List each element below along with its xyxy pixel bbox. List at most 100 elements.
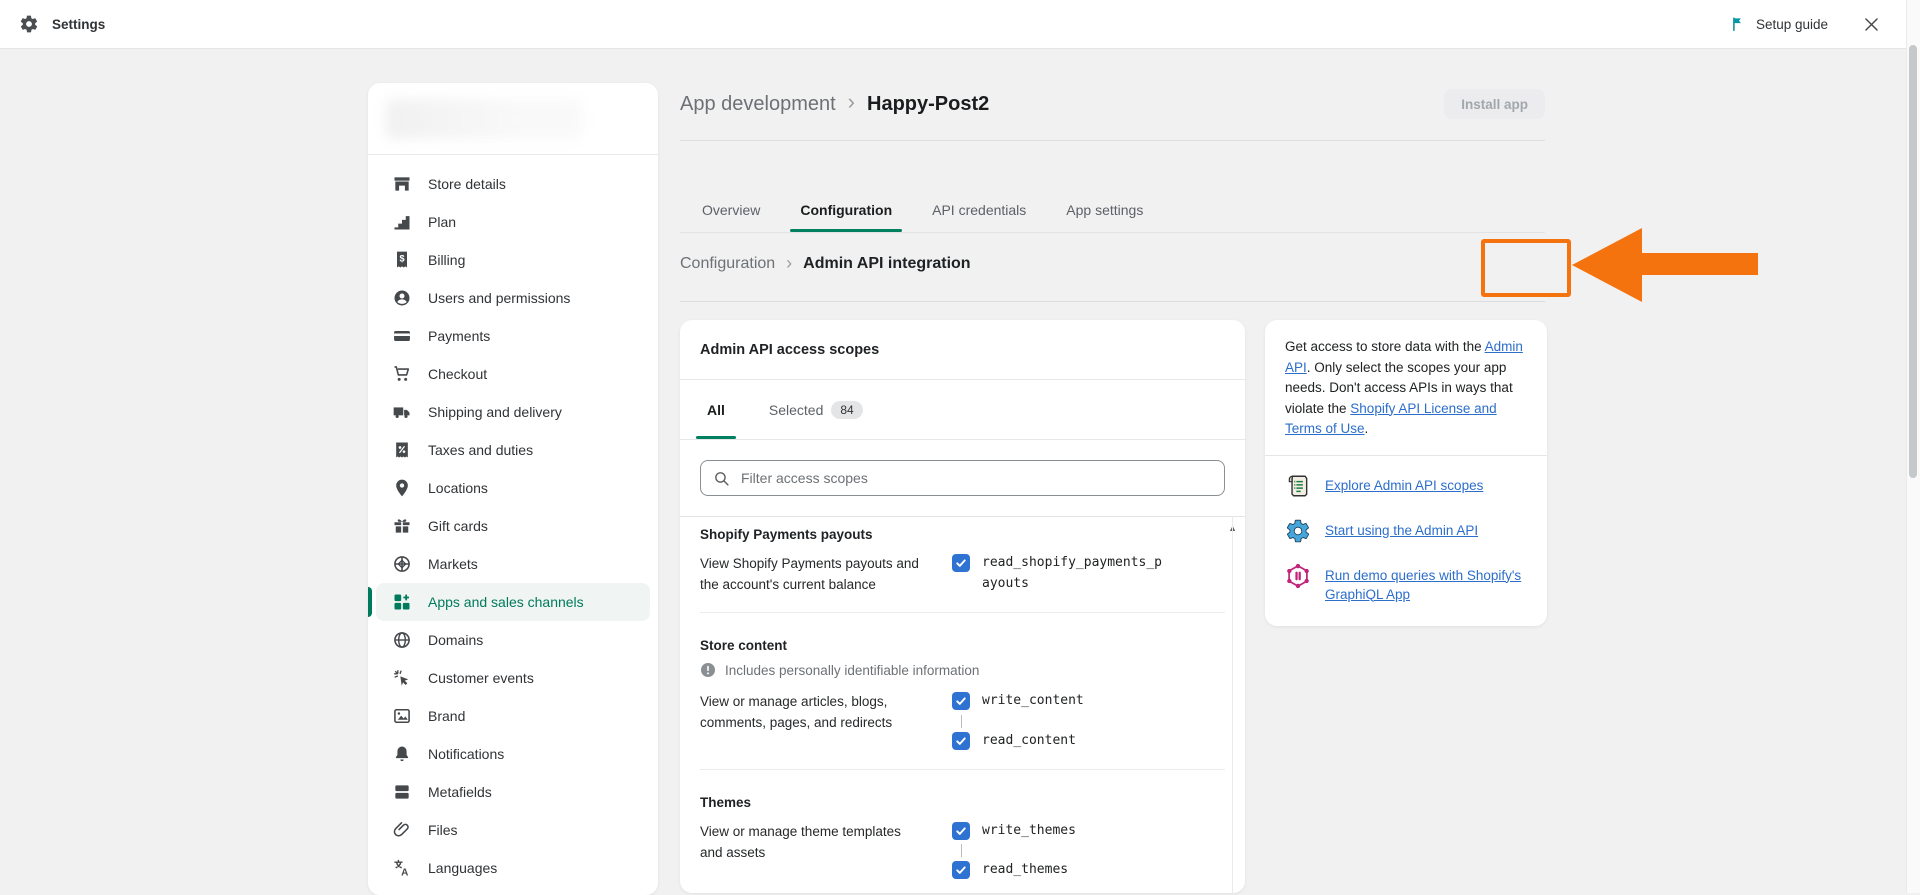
breadcrumb-app-development[interactable]: App development [680,93,836,116]
setup-guide-button[interactable]: Setup guide [1730,15,1828,33]
sidebar-item-shipping-delivery[interactable]: Shipping and delivery [376,393,650,431]
billing-icon: $ [392,250,412,270]
divider [680,140,1545,141]
sidebar-item-notifications[interactable]: Notifications [376,735,650,773]
tab-configuration[interactable]: Configuration [798,188,894,232]
scopes-card-title: Admin API access scopes [680,320,1245,380]
scope-section-store-content: Store content Includes personally identi… [680,620,1245,770]
store-icon [392,174,412,194]
page-scrollbar[interactable] [1906,0,1920,893]
app-tabs: Overview Configuration API credentials A… [680,188,1545,233]
tab-app-settings[interactable]: App settings [1064,188,1145,232]
plan-icon [392,212,412,232]
store-name-redacted [386,99,582,139]
pii-note: Includes personally identifiable informa… [700,662,1225,678]
install-app-button[interactable]: Install app [1444,89,1545,119]
flag-icon [1730,15,1747,33]
chevron-right-icon: › [786,253,792,274]
breadcrumb-app-name: Happy-Post2 [867,93,989,116]
graphiql-demo-link[interactable]: Run demo queries with Shopify's GraphiQL… [1325,563,1527,604]
admin-api-scopes-card: Admin API access scopes All Selected 84 … [680,320,1245,893]
svg-text:$: $ [399,254,404,264]
start-using-admin-api-link[interactable]: Start using the Admin API [1325,518,1478,540]
svg-text:A: A [401,868,408,879]
scope-connector-line [961,715,962,728]
sidebar-item-store-details[interactable]: Store details [376,165,650,203]
page-title: Settings [52,17,105,32]
settings-sidebar: Store details Plan $ Billing Users and p… [368,83,658,895]
checkbox-checked-icon [952,554,970,572]
sidebar-item-users-permissions[interactable]: Users and permissions [376,279,650,317]
tab-all-scopes[interactable]: All [692,380,740,439]
sidebar-item-brand[interactable]: Brand [376,697,650,735]
inner-scrollbar-track[interactable] [1232,517,1233,893]
sidebar-item-billing[interactable]: $ Billing [376,241,650,279]
scope-checkbox-read-content[interactable]: read_content [952,731,1084,752]
help-row-explore-scopes: Explore Admin API scopes [1285,473,1527,499]
checkbox-checked-icon [952,861,970,879]
annotation-arrow-tail [1640,253,1758,275]
chevron-right-icon: › [848,91,855,113]
sidebar-item-metafields[interactable]: Metafields [376,773,650,811]
brand-image-icon [392,706,412,726]
search-icon [713,470,730,487]
markets-globe-icon [392,554,412,574]
sidebar-item-checkout[interactable]: Checkout [376,355,650,393]
scroll-icon [1285,473,1311,499]
paperclip-icon [392,820,412,840]
sidebar-item-files[interactable]: Files [376,811,650,849]
map-pin-icon [392,478,412,498]
scope-checkbox-read-shopify-payments-payouts[interactable]: read_shopify_payments_payouts [952,553,1162,595]
sidebar-item-locations[interactable]: Locations [376,469,650,507]
tab-selected-scopes[interactable]: Selected 84 [754,380,878,439]
divider [700,769,1225,770]
domains-globe-icon [392,630,412,650]
checkbox-checked-icon [952,822,970,840]
truck-icon [392,402,412,422]
gift-icon [392,516,412,536]
scope-filter-input[interactable] [739,469,1212,487]
scope-section-themes: Themes View or manage theme templates an… [680,777,1245,882]
close-icon[interactable] [1862,15,1881,34]
tab-api-credentials[interactable]: API credentials [930,188,1028,232]
cursor-spark-icon [392,668,412,688]
sidebar-item-plan[interactable]: Plan [376,203,650,241]
sidebar-item-markets[interactable]: Markets [376,545,650,583]
tab-overview[interactable]: Overview [700,188,762,232]
help-row-start-admin-api: Start using the Admin API [1285,518,1527,544]
breadcrumb-admin-api-integration: Admin API integration [803,255,970,273]
sidebar-item-domains[interactable]: Domains [376,621,650,659]
scopes-tabs: All Selected 84 [680,380,1245,440]
checkout-cart-icon [392,364,412,384]
apps-grid-icon [392,592,412,612]
admin-api-help-card: Get access to store data with the Admin … [1265,320,1547,626]
scope-checkbox-write-content[interactable]: write_content [952,691,1084,712]
translate-icon: A [392,858,412,878]
payments-icon [392,326,412,346]
breadcrumb-configuration[interactable]: Configuration [680,255,775,273]
config-bar: Configuration › Admin API integration Ca… [680,246,1545,282]
sidebar-item-payments[interactable]: Payments [376,317,650,355]
scope-checkbox-write-themes[interactable]: write_themes [952,821,1076,842]
selected-count-badge: 84 [831,401,862,419]
explore-admin-api-scopes-link[interactable]: Explore Admin API scopes [1325,473,1483,495]
sidebar-item-customer-events[interactable]: Customer events [376,659,650,697]
metafields-icon [392,782,412,802]
taxes-icon [392,440,412,460]
graphql-icon [1285,563,1311,589]
app-header: App development › Happy-Post2 Install ap… [680,86,1545,122]
settings-nav: Store details Plan $ Billing Users and p… [368,155,658,895]
scope-checkbox-read-themes[interactable]: read_themes [952,860,1076,881]
gear-blue-icon [1285,518,1311,544]
annotation-arrow-icon [1572,228,1642,302]
scope-connector-line [961,844,962,857]
topbar: Settings Setup guide [0,0,1907,49]
setup-guide-label: Setup guide [1756,17,1828,32]
sidebar-item-gift-cards[interactable]: Gift cards [376,507,650,545]
users-icon [392,288,412,308]
checkbox-checked-icon [952,732,970,750]
page-scrollbar-thumb[interactable] [1909,45,1917,478]
sidebar-item-languages[interactable]: A Languages [376,849,650,887]
sidebar-item-taxes-duties[interactable]: Taxes and duties [376,431,650,469]
sidebar-item-apps-sales-channels[interactable]: Apps and sales channels [376,583,650,621]
